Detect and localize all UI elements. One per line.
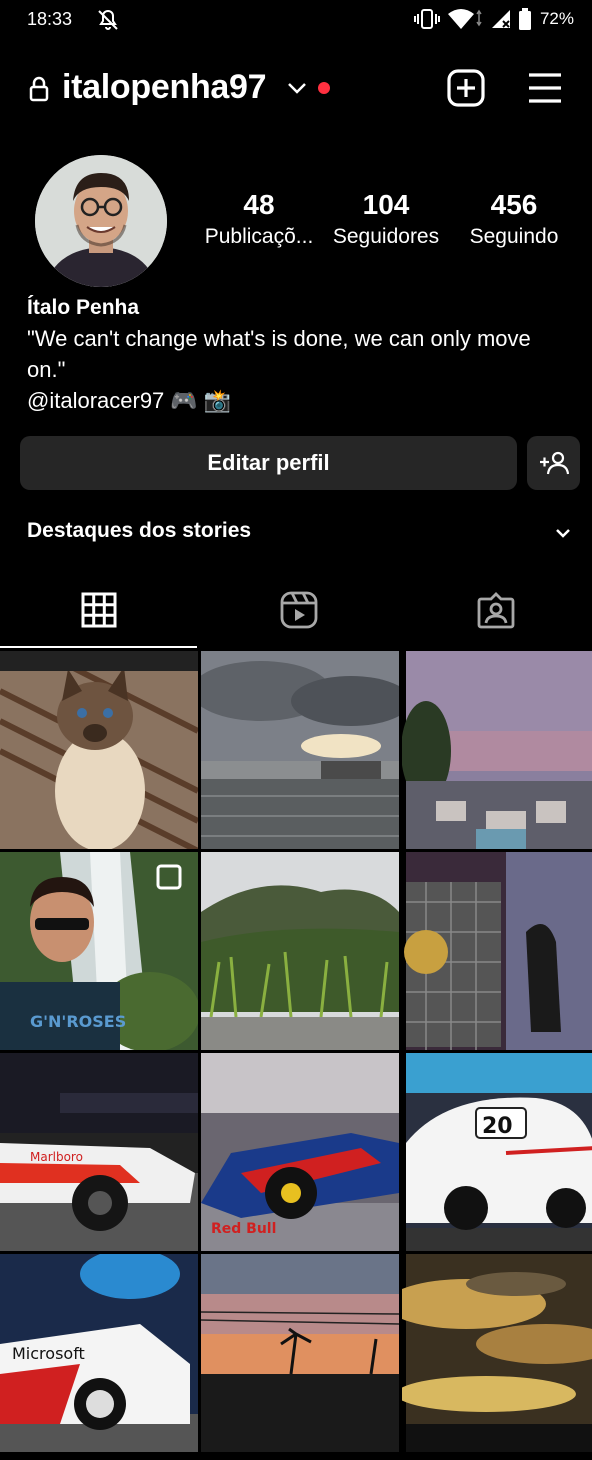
stat-posts-label: Publicaçõ... <box>204 225 314 248</box>
status-bar: 18:33 72% <box>0 0 592 40</box>
post-thumbnail[interactable]: Marlboro <box>0 1053 198 1251</box>
menu-icon[interactable] <box>526 70 564 106</box>
stat-following[interactable]: 456 Seguindo <box>454 188 574 252</box>
post-thumbnail[interactable]: G'N'ROSES <box>0 852 198 1050</box>
profile-avatar[interactable] <box>35 155 167 287</box>
post-thumbnail[interactable] <box>402 651 592 849</box>
discover-people-button[interactable] <box>527 436 580 490</box>
post-thumbnail[interactable] <box>201 852 399 1050</box>
svg-text:Red Bull: Red Bull <box>211 1221 276 1237</box>
grid-icon <box>81 592 116 628</box>
new-post-icon[interactable] <box>446 68 486 108</box>
tab-posts-grid[interactable] <box>0 570 197 650</box>
post-thumbnail[interactable] <box>0 651 198 849</box>
status-time: 18:33 <box>27 9 73 29</box>
active-tab-indicator <box>0 646 197 648</box>
post-thumbnail[interactable]: Red Bull <box>201 1053 399 1251</box>
battery-icon <box>518 8 531 30</box>
notification-dot <box>318 82 330 94</box>
bio-text: "We can't change what's is done, we can … <box>27 326 531 382</box>
chevron-down-icon[interactable] <box>286 80 308 96</box>
post-thumbnail[interactable] <box>402 1254 592 1452</box>
notifications-off-icon <box>98 9 118 30</box>
stat-following-label: Seguindo <box>469 225 559 248</box>
username[interactable]: italopenha97 <box>62 68 267 107</box>
post-thumbnail[interactable] <box>201 651 399 849</box>
tagged-icon <box>477 592 515 629</box>
wifi-icon <box>447 9 482 29</box>
post-thumbnail[interactable]: Microsoft <box>0 1254 198 1452</box>
add-person-icon <box>539 451 569 475</box>
stat-followers[interactable]: 104 Seguidores <box>326 188 446 252</box>
bio-link[interactable]: @italoracer97 🎮 📸 <box>27 385 572 416</box>
svg-text:Marlboro: Marlboro <box>30 1150 83 1164</box>
profile-header: italopenha97 <box>0 60 592 116</box>
stat-followers-label: Seguidores <box>332 225 440 248</box>
post-thumbnail[interactable] <box>402 852 592 1050</box>
profile-tabs <box>0 570 592 650</box>
post-thumbnail[interactable] <box>201 1254 399 1452</box>
svg-text:20: 20 <box>482 1114 513 1139</box>
stat-posts-count: 48 <box>243 189 275 220</box>
svg-text:G'N'ROSES: G'N'ROSES <box>30 1012 126 1031</box>
stat-followers-count: 104 <box>362 189 410 220</box>
edit-profile-button[interactable]: Editar perfil <box>20 436 517 490</box>
story-highlights-title[interactable]: Destaques dos stories <box>27 519 251 543</box>
vibrate-icon <box>413 9 440 29</box>
post-thumbnail[interactable]: 20 <box>402 1053 592 1251</box>
stat-following-count: 456 <box>490 189 538 220</box>
svg-text:Microsoft: Microsoft <box>12 1344 85 1363</box>
tab-tagged[interactable] <box>400 570 592 650</box>
reels-icon <box>280 591 317 629</box>
tab-reels[interactable] <box>200 570 397 650</box>
profile-bio: Ítalo Penha "We can't change what's is d… <box>27 292 572 416</box>
stat-posts[interactable]: 48 Publicaçõ... <box>199 188 319 252</box>
lock-icon <box>29 76 49 102</box>
battery-percent: 72% <box>539 9 574 28</box>
chevron-down-icon[interactable] <box>553 525 573 541</box>
profile-name: Ítalo Penha <box>27 296 140 319</box>
signal-icon <box>491 10 510 28</box>
